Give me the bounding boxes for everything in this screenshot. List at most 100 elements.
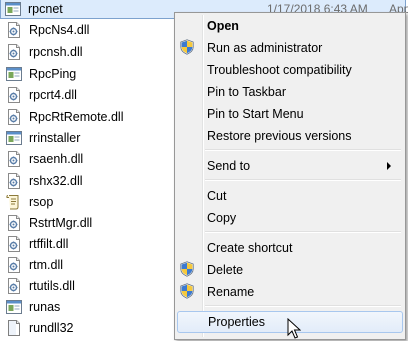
uac-shield-icon — [179, 39, 197, 57]
file-row[interactable]: runas — [2, 296, 172, 317]
dll-icon — [6, 235, 22, 252]
menu-item-label: Troubleshoot compatibility — [207, 63, 352, 77]
dll-icon — [6, 21, 22, 38]
menu-separator — [205, 305, 401, 307]
menu-separator — [205, 149, 401, 151]
file-row[interactable]: rsaenh.dll — [2, 148, 172, 169]
menu-item-label: Rename — [207, 285, 255, 299]
uac-shield-icon — [180, 261, 194, 277]
file-row[interactable]: RpcRtRemote.dll — [2, 106, 172, 127]
dll-icon — [8, 150, 20, 167]
submenu-arrow-icon — [387, 162, 391, 170]
blank-file-icon — [6, 319, 22, 336]
menu-item-restore-previous-versions[interactable]: Restore previous versions — [177, 125, 403, 147]
menu-item-troubleshoot-compatibility[interactable]: Troubleshoot compatibility — [177, 59, 403, 81]
uac-shield-icon — [179, 261, 197, 279]
file-name: rtffilt.dll — [29, 236, 69, 251]
menu-item-label: Cut — [207, 189, 227, 203]
file-name: RstrtMgr.dll — [29, 215, 93, 230]
dll-icon — [8, 21, 20, 38]
program-icon — [6, 66, 22, 81]
dll-icon — [8, 108, 20, 125]
file-row[interactable]: rpcnsh.dll — [2, 41, 172, 62]
program-icon — [6, 299, 22, 314]
file-row[interactable]: rsop — [2, 191, 172, 212]
file-row[interactable]: rrinstaller — [2, 127, 172, 148]
program-icon — [6, 66, 22, 82]
file-name: rundll32 — [29, 320, 74, 335]
dll-icon — [6, 43, 22, 60]
dll-icon — [8, 277, 20, 294]
menu-separator — [205, 179, 401, 181]
dll-icon — [6, 256, 22, 273]
file-name: rtutils.dll — [29, 278, 75, 293]
file-row[interactable]: RstrtMgr.dll — [2, 212, 172, 233]
menu-item-create-shortcut[interactable]: Create shortcut — [177, 237, 403, 259]
dll-icon — [6, 172, 22, 189]
file-row[interactable]: rpcrt4.dll — [2, 84, 172, 105]
file-row[interactable]: rtffilt.dll — [2, 233, 172, 254]
menu-item-label: Create shortcut — [207, 241, 293, 255]
dll-icon — [8, 256, 20, 273]
menu-item-run-as-administrator[interactable]: Run as administrator — [177, 37, 403, 59]
mouse-pointer-icon — [287, 318, 301, 339]
file-row[interactable]: RpcPing — [2, 63, 172, 84]
program-icon — [6, 299, 22, 315]
file-name: runas — [29, 299, 61, 314]
menu-item-label: Delete — [207, 263, 244, 277]
menu-item-delete[interactable]: Delete — [177, 259, 403, 281]
menu-item-rename[interactable]: Rename — [177, 281, 403, 303]
dll-icon — [6, 277, 22, 294]
file-name: rpcnet — [28, 2, 63, 16]
menu-separator — [205, 231, 401, 233]
menu-item-label: Properties — [208, 315, 265, 329]
program-icon — [6, 130, 22, 145]
menu-item-label: Open — [207, 19, 239, 33]
file-name: rtm.dll — [29, 257, 64, 272]
menu-item-label: Restore previous versions — [207, 129, 352, 143]
uac-shield-icon — [180, 283, 194, 299]
program-icon — [5, 1, 21, 17]
file-name: rpcrt4.dll — [29, 87, 77, 102]
dll-icon — [6, 150, 22, 167]
menu-item-cut[interactable]: Cut — [177, 185, 403, 207]
menu-item-pin-to-start-menu[interactable]: Pin to Start Menu — [177, 103, 403, 125]
dll-icon — [8, 43, 20, 60]
dll-icon — [8, 86, 20, 103]
dll-icon — [6, 108, 22, 125]
file-row[interactable]: RpcNs4.dll — [2, 19, 172, 40]
menu-item-pin-to-taskbar[interactable]: Pin to Taskbar — [177, 81, 403, 103]
menu-item-label: Send to — [207, 159, 251, 173]
dll-icon — [6, 86, 22, 103]
context-menu: Open Run as administrator Troubleshoot com… — [174, 12, 406, 340]
dll-icon — [8, 172, 20, 189]
file-name: RpcPing — [29, 66, 77, 81]
menu-item-label: Run as administrator — [207, 41, 323, 55]
file-row[interactable]: rundll32 — [2, 317, 172, 338]
file-name: rshx32.dll — [29, 173, 83, 188]
menu-item-send-to[interactable]: Send to — [177, 155, 403, 177]
file-name: rsop — [29, 194, 54, 209]
file-row[interactable]: rtm.dll — [2, 254, 172, 275]
file-row[interactable]: rshx32.dll — [2, 170, 172, 191]
dll-icon — [8, 214, 20, 231]
file-row[interactable]: rtutils.dll — [2, 275, 172, 296]
file-name: RpcNs4.dll — [29, 22, 90, 37]
menu-item-label: Copy — [207, 211, 237, 225]
dll-icon — [6, 214, 22, 231]
file-name: RpcRtRemote.dll — [29, 109, 124, 124]
file-name: rpcnsh.dll — [29, 44, 83, 59]
dll-icon — [8, 235, 20, 252]
program-icon — [5, 2, 21, 16]
file-name: rrinstaller — [29, 130, 81, 145]
program-icon — [6, 130, 22, 146]
menu-item-copy[interactable]: Copy — [177, 207, 403, 229]
console-snapin-icon — [6, 194, 22, 210]
blank-file-icon — [8, 319, 20, 336]
menu-item-open[interactable]: Open — [177, 15, 403, 37]
menu-item-label: Pin to Taskbar — [207, 85, 286, 99]
uac-shield-icon — [179, 283, 197, 301]
console-snapin-icon — [6, 194, 19, 209]
uac-shield-icon — [180, 39, 194, 55]
menu-item-label: Pin to Start Menu — [207, 107, 304, 121]
